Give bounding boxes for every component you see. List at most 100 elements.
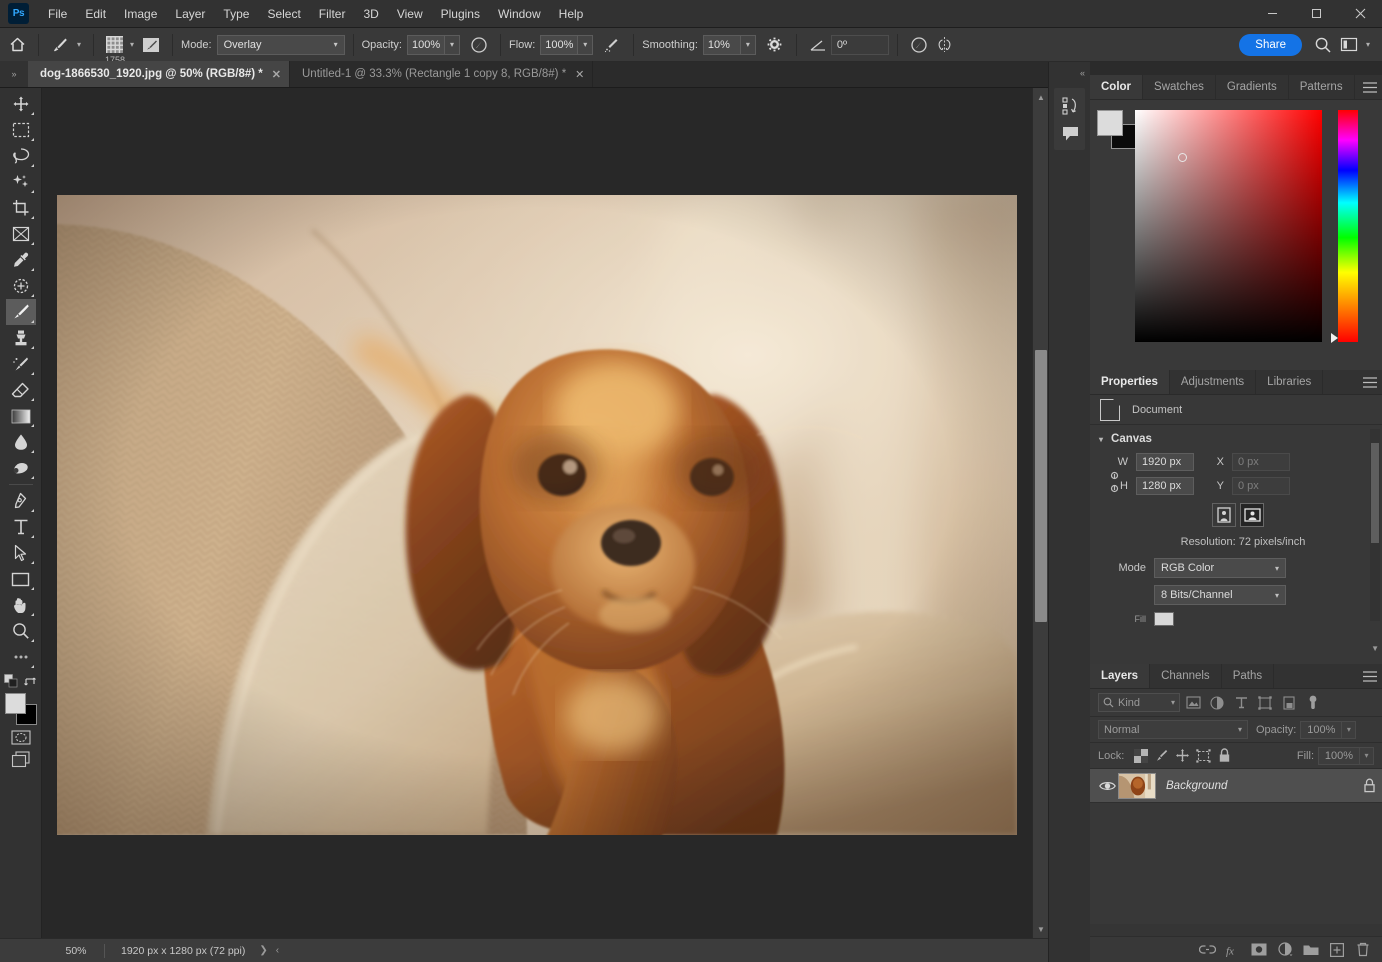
layer-fill-chevron-down-icon[interactable]: ▾ [1360, 746, 1374, 765]
tab-libraries[interactable]: Libraries [1256, 370, 1324, 394]
default-colors-icon[interactable] [4, 674, 18, 688]
fill-color-swatch[interactable] [1154, 612, 1174, 626]
status-collapse-icon[interactable]: ‹ [276, 945, 279, 956]
new-group-icon[interactable] [1298, 939, 1324, 961]
canvas-vertical-scrollbar[interactable]: ▲ ▼ [1032, 88, 1048, 938]
history-panel-icon[interactable] [1054, 91, 1086, 119]
symmetry-icon[interactable] [932, 32, 958, 58]
lock-image-pixels-icon[interactable] [1151, 746, 1172, 766]
tab-color[interactable]: Color [1090, 75, 1144, 99]
brush-tool-icon[interactable] [47, 32, 73, 58]
pixel-layer-filter-icon[interactable] [1182, 693, 1204, 713]
layer-fill-input[interactable]: 100% [1318, 746, 1360, 765]
panel-foreground-color-swatch[interactable] [1097, 110, 1123, 136]
document-tab-active[interactable]: dog-1866530_1920.jpg @ 50% (RGB/8#) * ✕ [28, 61, 290, 87]
menu-type[interactable]: Type [214, 2, 258, 26]
smoothing-input[interactable]: 10% [702, 34, 741, 55]
lock-position-icon[interactable] [1172, 746, 1193, 766]
brush-tool[interactable] [5, 299, 36, 325]
new-layer-icon[interactable] [1324, 939, 1350, 961]
eyedropper-tool[interactable] [6, 247, 36, 273]
gradient-tool[interactable] [6, 403, 36, 429]
rectangular-marquee-tool[interactable] [6, 117, 36, 143]
menu-edit[interactable]: Edit [76, 2, 115, 26]
height-input[interactable]: 1280 px [1136, 477, 1194, 495]
home-icon[interactable] [4, 32, 30, 58]
swap-colors-icon[interactable] [24, 675, 37, 688]
document-tab-untitled[interactable]: Untitled-1 @ 33.3% (Rectangle 1 copy 8, … [290, 61, 594, 87]
tab-gradients[interactable]: Gradients [1216, 75, 1289, 99]
layer-kind-filter[interactable]: Kind ▾ [1098, 693, 1180, 712]
scroll-down-icon[interactable]: ▼ [1033, 922, 1049, 936]
properties-scrollbar[interactable] [1370, 429, 1380, 621]
brush-preset-chevron-down-icon[interactable]: ▾ [126, 40, 138, 49]
zoom-level-input[interactable]: 50% [48, 944, 100, 957]
menu-window[interactable]: Window [489, 2, 550, 26]
pen-tool[interactable] [6, 488, 36, 514]
collapse-panels-icon[interactable]: « [1049, 62, 1090, 84]
eraser-tool[interactable] [6, 377, 36, 403]
opacity-chevron-down-icon[interactable]: ▾ [444, 34, 460, 55]
expand-panels-icon[interactable]: » [0, 61, 28, 87]
brush-tool-chevron-down-icon[interactable]: ▾ [73, 40, 85, 49]
clone-stamp-tool[interactable] [6, 325, 36, 351]
tab-adjustments[interactable]: Adjustments [1170, 370, 1257, 394]
gear-icon[interactable] [762, 32, 788, 58]
panel-menu-icon[interactable] [1358, 75, 1382, 99]
tab-channels[interactable]: Channels [1150, 664, 1222, 688]
comments-panel-icon[interactable] [1054, 119, 1086, 147]
tab-paths[interactable]: Paths [1222, 664, 1275, 688]
flow-chevron-down-icon[interactable]: ▾ [578, 34, 594, 55]
chevron-down-icon[interactable]: ▾ [1099, 435, 1103, 444]
shape-layer-filter-icon[interactable] [1254, 693, 1276, 713]
zoom-tool[interactable] [6, 618, 36, 644]
hue-slider-marker[interactable] [1331, 333, 1338, 343]
menu-3d[interactable]: 3D [354, 2, 387, 26]
lock-icon[interactable] [1363, 778, 1376, 793]
blur-tool[interactable] [6, 429, 36, 455]
vertical-scroll-thumb[interactable] [1035, 350, 1047, 622]
layer-opacity-chevron-down-icon[interactable]: ▾ [1342, 720, 1357, 739]
menu-view[interactable]: View [388, 2, 432, 26]
add-layer-mask-icon[interactable] [1246, 939, 1272, 961]
link-dimensions-icon[interactable] [1108, 471, 1121, 493]
blend-mode-select[interactable]: Overlay ▾ [216, 34, 345, 55]
status-expand-icon[interactable]: ❯ [259, 945, 267, 956]
rectangle-tool[interactable] [6, 566, 36, 592]
tab-patterns[interactable]: Patterns [1289, 75, 1355, 99]
object-selection-tool[interactable] [6, 169, 36, 195]
layer-blend-mode-select[interactable]: Normal ▾ [1098, 720, 1248, 739]
x-input[interactable]: 0 px [1232, 453, 1290, 471]
close-icon[interactable]: ✕ [575, 68, 584, 81]
scroll-up-icon[interactable]: ▲ [1033, 90, 1049, 104]
close-button[interactable] [1338, 0, 1382, 28]
minimize-button[interactable] [1250, 0, 1294, 28]
layer-thumbnail[interactable] [1118, 772, 1156, 799]
foreground-color-swatch[interactable] [4, 693, 26, 714]
color-picker-cursor[interactable] [1178, 153, 1187, 162]
quick-mask-icon[interactable] [8, 726, 34, 748]
brush-settings-icon[interactable] [138, 32, 164, 58]
move-tool[interactable] [6, 91, 36, 117]
lock-all-icon[interactable] [1214, 746, 1235, 766]
canvas-section-header[interactable]: ▾ Canvas [1090, 433, 1382, 453]
width-input[interactable]: 1920 px [1136, 453, 1194, 471]
brush-preset-picker[interactable]: 1758 ▾ [102, 34, 138, 65]
layer-style-fx-icon[interactable]: fx [1220, 939, 1246, 961]
path-selection-tool[interactable] [6, 540, 36, 566]
close-icon[interactable]: ✕ [272, 68, 281, 81]
airbrush-icon[interactable] [599, 32, 625, 58]
dodge-tool[interactable] [6, 455, 36, 481]
smoothing-chevron-down-icon[interactable]: ▾ [740, 34, 756, 55]
filter-toggle-icon[interactable] [1302, 693, 1324, 713]
opacity-input[interactable]: 100% [406, 34, 445, 55]
history-brush-tool[interactable] [6, 351, 36, 377]
brush-angle-input[interactable]: 0º [830, 34, 889, 55]
workspace-chevron-down-icon[interactable]: ▾ [1362, 40, 1374, 49]
edit-toolbar-tool[interactable] [6, 644, 36, 670]
lock-artboard-nesting-icon[interactable] [1193, 746, 1214, 766]
opacity-pressure-icon[interactable] [466, 32, 492, 58]
layer-opacity-input[interactable]: 100% [1300, 720, 1343, 739]
tab-swatches[interactable]: Swatches [1143, 75, 1216, 99]
tab-properties[interactable]: Properties [1090, 370, 1170, 394]
